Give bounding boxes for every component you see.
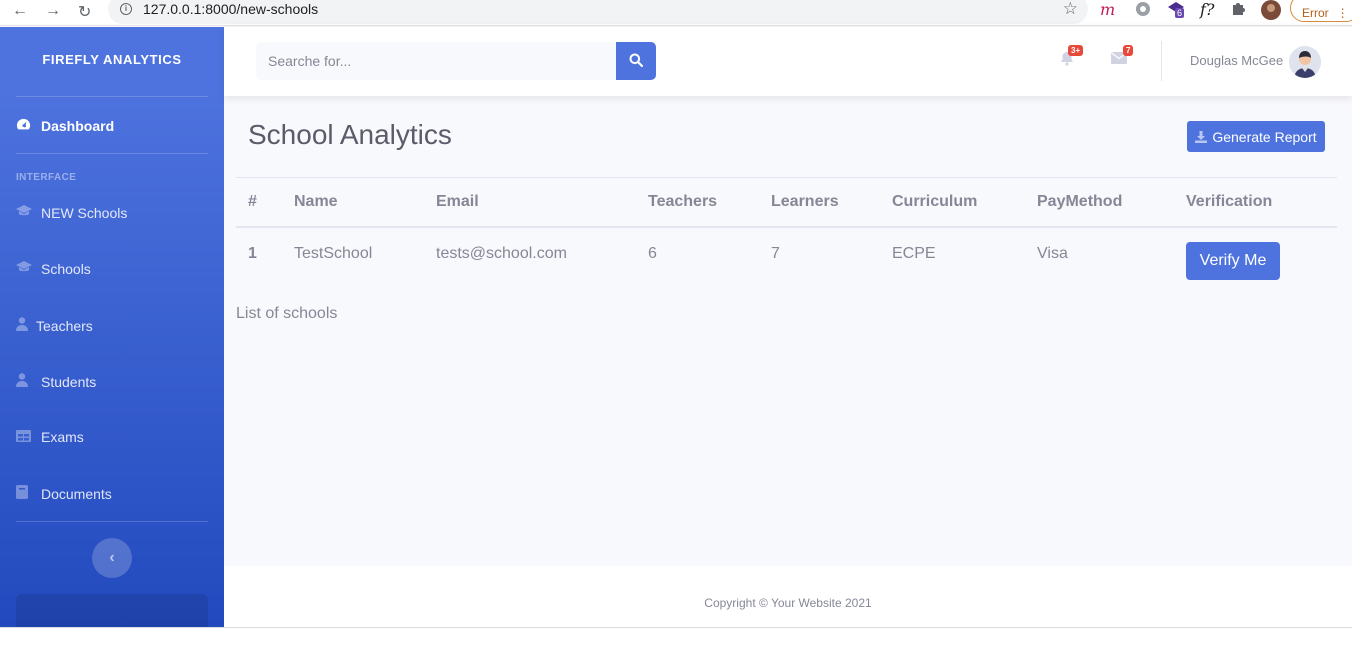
user-icon: [16, 373, 41, 390]
sidebar-item-dashboard[interactable]: Dashboard: [16, 117, 114, 135]
extension-circle-icon[interactable]: [1134, 0, 1152, 23]
sidebar-toggle-button[interactable]: ‹: [92, 538, 132, 578]
table-icon: [16, 429, 41, 445]
bookmark-star-icon[interactable]: ☆: [1063, 0, 1078, 19]
cell-teachers: 6: [648, 244, 657, 262]
column-header: Verification: [1174, 177, 1337, 228]
sidebar-divider: [16, 96, 208, 97]
table-row: 1 TestSchool tests@school.com 6 7 ECPE V…: [236, 227, 1337, 280]
footer: Copyright © Your Website 2021: [224, 566, 1352, 627]
info-icon[interactable]: i: [120, 3, 132, 15]
graduation-cap-icon: [16, 205, 41, 221]
download-icon: [1195, 130, 1208, 143]
table-caption: List of schools: [236, 305, 338, 322]
sidebar-item-students[interactable]: Students: [16, 373, 96, 390]
address-bar[interactable]: i 127.0.0.1:8000/new-schools ☆: [108, 0, 1088, 24]
extension-m-icon[interactable]: m: [1100, 0, 1115, 19]
column-header: #: [236, 177, 282, 228]
tachometer-icon: [16, 117, 41, 135]
column-header: Email: [424, 177, 636, 228]
puzzle-icon[interactable]: [1230, 0, 1246, 21]
sidebar-divider: [16, 521, 208, 522]
sidebar-item-teachers[interactable]: Teachers: [16, 317, 93, 334]
column-header: PayMethod: [1025, 177, 1174, 228]
sidebar-item-new-schools[interactable]: NEW Schools: [16, 205, 127, 221]
cell-paymethod: Visa: [1037, 244, 1068, 262]
sidebar-item-label: Schools: [41, 261, 91, 277]
cell-name: TestSchool: [294, 244, 373, 262]
cell-learners: 7: [771, 244, 780, 262]
user-tie-icon: [16, 317, 36, 334]
generate-report-button[interactable]: Generate Report: [1187, 121, 1325, 152]
messages-badge: 7: [1123, 45, 1134, 56]
book-icon: [16, 485, 41, 502]
extension-function-icon[interactable]: f?: [1200, 0, 1215, 19]
sidebar: FIREFLY ANALYTICS Dashboard INTERFACE NE…: [0, 27, 224, 634]
search-button[interactable]: [616, 42, 656, 80]
extension-badge: 6: [1175, 8, 1185, 18]
verify-me-button[interactable]: Verify Me: [1186, 241, 1280, 280]
column-header: Curriculum: [880, 177, 1025, 228]
page-title: School Analytics: [248, 119, 452, 150]
sidebar-item-label: Students: [41, 373, 97, 390]
cell-number: 1: [248, 244, 257, 262]
address-url: 127.0.0.1:8000/new-schools: [143, 1, 319, 17]
copyright-text: Copyright © Your Website 2021: [704, 596, 872, 610]
column-header: Name: [282, 177, 424, 228]
graduation-cap-icon: [16, 261, 41, 277]
column-header: Teachers: [636, 177, 759, 228]
user-name[interactable]: Douglas McGee: [1190, 53, 1283, 68]
browser-toolbar: ← → ↻ i 127.0.0.1:8000/new-schools ☆ m 6…: [0, 0, 1352, 26]
topbar: 3+ 7 Douglas McGee: [224, 27, 1352, 96]
sidebar-item-label: NEW Schools: [41, 205, 128, 221]
cell-verification: Verify Me: [1174, 227, 1337, 280]
alerts-button[interactable]: 3+: [1060, 45, 1084, 70]
extension-purple-icon[interactable]: 6: [1166, 0, 1188, 27]
sidebar-item-label: Exams: [41, 429, 84, 445]
error-label: Error: [1302, 6, 1329, 20]
column-header: Learners: [759, 177, 880, 228]
table-header-row: # Name Email Teachers Learners Curriculu…: [236, 177, 1337, 228]
bottom-strip: [0, 627, 1352, 649]
sidebar-divider: [16, 153, 208, 154]
forward-arrow-icon[interactable]: →: [45, 2, 61, 20]
topbar-divider: [1161, 41, 1162, 81]
profile-avatar-icon[interactable]: [1261, 0, 1281, 25]
reload-icon[interactable]: ↻: [78, 2, 91, 22]
sidebar-item-label: Documents: [41, 485, 112, 502]
sidebar-item-exams[interactable]: Exams: [16, 429, 84, 445]
sidebar-item-label: Dashboard: [41, 118, 115, 134]
error-chip[interactable]: Error ⋮: [1290, 0, 1352, 22]
cell-curriculum: ECPE: [892, 244, 936, 262]
sidebar-item-schools[interactable]: Schools: [16, 261, 91, 277]
search-input[interactable]: [256, 42, 616, 80]
sidebar-item-documents[interactable]: Documents: [16, 485, 112, 502]
messages-button[interactable]: 7: [1110, 45, 1134, 68]
alerts-badge: 3+: [1068, 45, 1084, 56]
schools-table: # Name Email Teachers Learners Curriculu…: [236, 177, 1337, 280]
cell-email: tests@school.com: [436, 244, 567, 262]
sidebar-brand[interactable]: FIREFLY ANALYTICS: [0, 52, 224, 67]
sidebar-heading: INTERFACE: [16, 172, 77, 183]
generate-report-label: Generate Report: [1212, 128, 1317, 145]
back-arrow-icon[interactable]: ←: [12, 2, 28, 20]
sidebar-item-label: Teachers: [36, 317, 93, 334]
search-icon: [629, 53, 644, 67]
avatar[interactable]: [1289, 46, 1321, 78]
chevron-left-icon: ‹: [109, 549, 115, 566]
kebab-menu-icon[interactable]: ⋮: [1337, 6, 1349, 20]
